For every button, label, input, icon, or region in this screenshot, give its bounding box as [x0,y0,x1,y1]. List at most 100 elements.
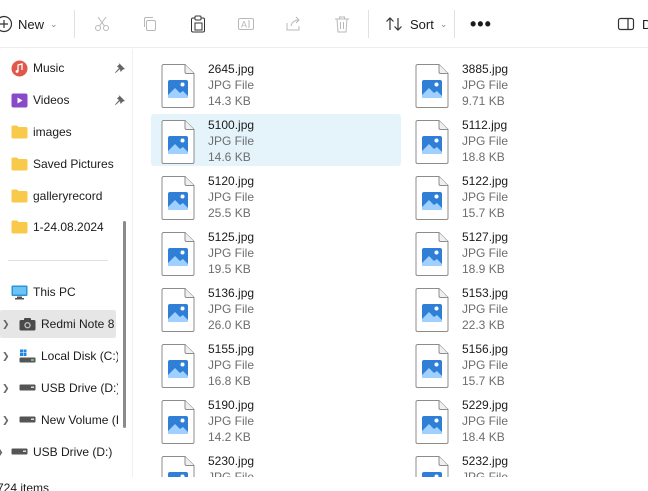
jpg-file-icon [161,400,195,444]
jpg-file-icon [161,288,195,332]
sidebar-item-videos[interactable]: Videos [10,86,128,114]
music-icon [10,59,28,77]
file-size: 14.6 KB [208,150,251,164]
sidebar-item-label: Redmi Note 8 [41,317,115,331]
file-item[interactable]: 2645.jpg JPG File 14.3 KB [151,58,401,110]
sidebar-item-1-24-08-2024[interactable]: 1-24.08.2024 [10,213,128,241]
sidebar-item-label: Videos [33,93,70,107]
file-item[interactable]: 3885.jpg JPG File 9.71 KB [405,58,648,110]
file-size: 9.71 KB [462,94,505,108]
file-name: 5136.jpg [208,286,255,300]
cut-button[interactable] [92,0,112,48]
file-size: 14.3 KB [208,94,251,108]
sidebar-item-label: This PC [33,285,76,299]
details-pane-icon [616,14,636,34]
item-count: 724 items [0,481,50,491]
file-item[interactable]: 5156.jpg JPG File 15.7 KB [405,338,648,390]
file-item[interactable]: 5120.jpg JPG File 25.5 KB [151,170,401,222]
file-name: 5100.jpg [208,118,255,132]
sidebar-item-galleryrecord[interactable]: galleryrecord [10,182,128,210]
chevron-right-icon[interactable]: ❯ [2,383,10,394]
file-name: 5156.jpg [462,342,509,356]
file-name: 2645.jpg [208,62,255,76]
file-size: 15.7 KB [462,374,505,388]
jpg-file-icon [415,232,449,276]
file-item[interactable]: 5155.jpg JPG File 16.8 KB [151,338,401,390]
file-name: 3885.jpg [462,62,509,76]
file-name: 5155.jpg [208,342,255,356]
rename-button[interactable]: A [236,0,256,48]
cut-icon [92,14,112,34]
delete-icon [332,14,352,34]
sidebar-item-saved-pictures[interactable]: Saved Pictures [10,150,128,178]
drive-icon [18,379,36,397]
file-type: JPG File [208,414,255,428]
copy-icon [140,14,160,34]
file-item[interactable]: 5125.jpg JPG File 19.5 KB [151,226,401,278]
sidebar-item-label: USB Drive (D:) [33,445,113,459]
file-item[interactable]: 5190.jpg JPG File 14.2 KB [151,394,401,446]
sidebar-item-redmi-note-8[interactable]: ❯ Redmi Note 8 [0,310,116,338]
file-type: JPG File [208,190,255,204]
status-bar: 724 items [0,477,648,491]
jpg-file-icon [415,176,449,220]
file-name: 5230.jpg [208,454,255,468]
file-item[interactable]: 5136.jpg JPG File 26.0 KB [151,282,401,334]
rename-icon: A [236,14,256,34]
jpg-file-icon [415,344,449,388]
file-list: 2645.jpg JPG File 14.3 KB 3885.jpg JPG File 9… [133,49,648,477]
drive-icon [10,443,28,461]
sidebar-item-label: galleryrecord [33,189,103,203]
chevron-right-icon[interactable]: ❯ [2,319,10,330]
sort-button[interactable]: Sort ⌄ [384,0,447,48]
file-item[interactable]: 5127.jpg JPG File 18.9 KB [405,226,648,278]
sidebar-item-local-disk-c[interactable]: ❯ Local Disk (C:) [0,342,118,370]
paste-icon [188,14,208,34]
file-type: JPG File [462,302,509,316]
jpg-file-icon [161,176,195,220]
sidebar-item-new-volume[interactable]: ❯ New Volume (I [0,406,118,434]
more-options-button[interactable]: ••• [470,0,492,48]
sidebar-item-label: Saved Pictures [33,157,114,171]
sort-label: Sort [410,16,434,32]
file-item[interactable]: 5232.jpg JPG File [405,450,648,477]
file-item[interactable]: 5112.jpg JPG File 18.8 KB [405,114,648,166]
share-button[interactable] [284,0,304,48]
file-name: 5125.jpg [208,230,255,244]
new-button[interactable]: New ⌄ [0,0,58,48]
details-pane-button[interactable]: D [616,0,648,48]
file-type: JPG File [208,134,255,148]
delete-button[interactable] [332,0,352,48]
sidebar-item-images[interactable]: images [10,118,128,146]
chevron-down-icon: ⌄ [50,18,58,29]
sidebar-item-usb-drive-d[interactable]: ❯ USB Drive (D:) [0,374,118,402]
file-item[interactable]: 5230.jpg JPG File [151,450,401,477]
file-size: 16.8 KB [208,374,251,388]
file-size: 14.2 KB [208,430,251,444]
jpg-file-icon [161,120,195,164]
chevron-down-icon: ⌄ [439,18,448,29]
file-item[interactable]: 5153.jpg JPG File 22.3 KB [405,282,648,334]
navigation-pane: Music Videos images Saved Pictures galle… [0,49,132,477]
pc-icon [10,283,28,301]
file-name: 5122.jpg [462,174,509,188]
folder-icon [10,218,28,236]
sidebar-item-label: Local Disk (C:) [41,349,118,363]
jpg-file-icon [415,456,449,477]
sidebar-item-label: USB Drive (D:) [41,381,118,395]
paste-button[interactable] [188,0,208,48]
chevron-right-icon[interactable]: ❯ [2,415,10,426]
file-type: JPG File [462,78,509,92]
sidebar-item-usb-drive-d-2[interactable]: ❯ USB Drive (D:) [0,438,118,466]
chevron-right-icon[interactable]: ❯ [2,351,10,362]
sidebar-scrollbar[interactable] [123,221,126,428]
file-item[interactable]: 5100.jpg JPG File 14.6 KB [151,114,401,166]
sidebar-item-this-pc[interactable]: This PC [10,278,128,306]
file-type: JPG File [462,190,509,204]
copy-button[interactable] [140,0,160,48]
chevron-right-icon[interactable]: ❯ [0,447,4,458]
sidebar-item-music[interactable]: Music [10,54,128,82]
jpg-file-icon [161,344,195,388]
file-item[interactable]: 5229.jpg JPG File 18.4 KB [405,394,648,446]
file-item[interactable]: 5122.jpg JPG File 15.7 KB [405,170,648,222]
